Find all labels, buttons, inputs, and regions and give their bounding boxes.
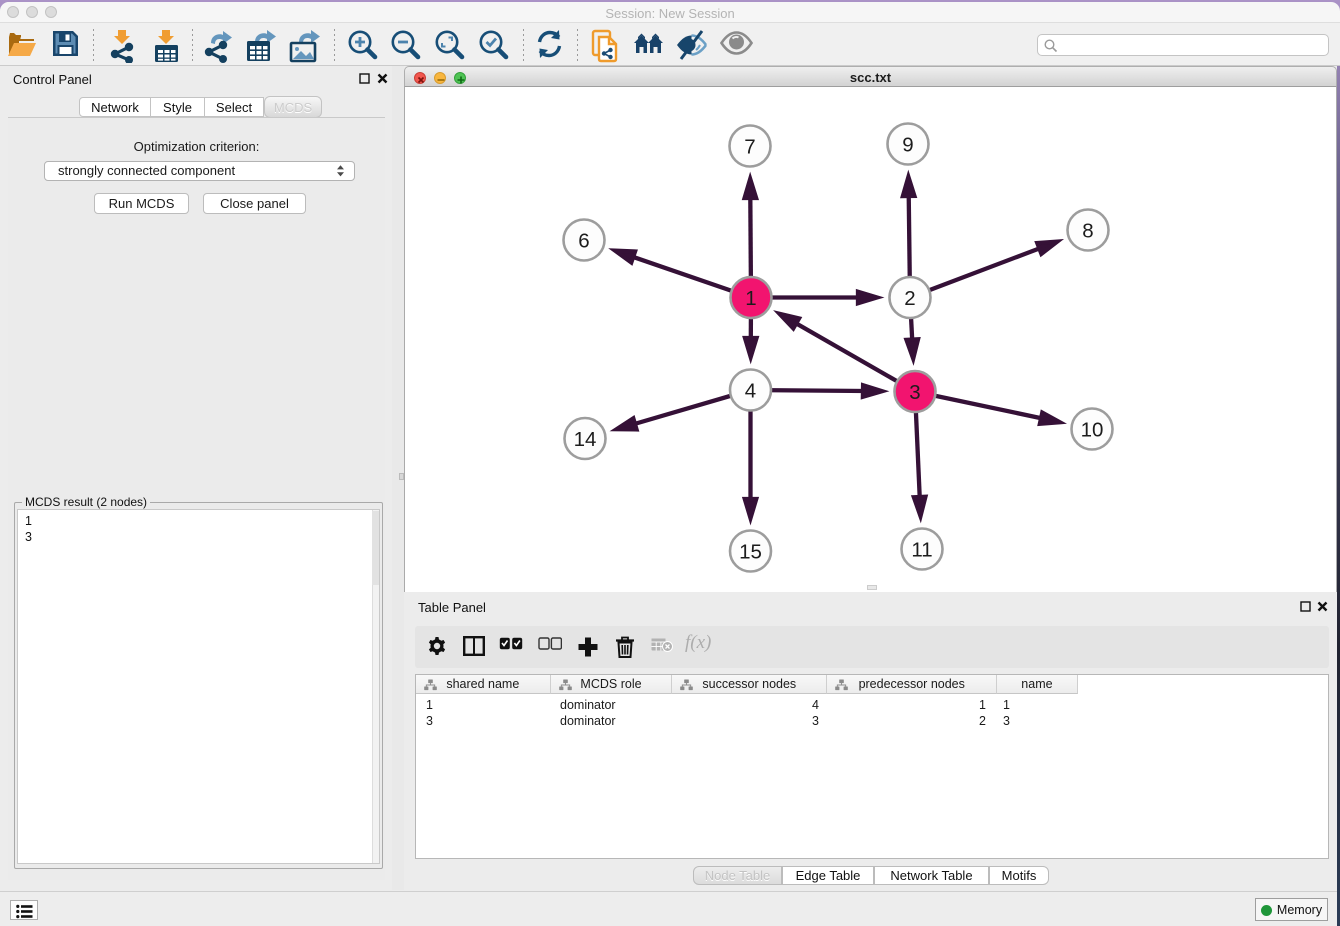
svg-text:9: 9: [902, 133, 913, 156]
svg-text:1: 1: [745, 287, 756, 310]
svg-text:6: 6: [578, 229, 589, 252]
svg-text:7: 7: [744, 135, 755, 158]
svg-text:2: 2: [904, 287, 915, 310]
svg-text:11: 11: [911, 538, 932, 561]
svg-text:15: 15: [739, 540, 762, 563]
svg-text:8: 8: [1082, 219, 1093, 242]
svg-text:10: 10: [1081, 418, 1104, 441]
svg-text:14: 14: [574, 428, 597, 451]
svg-text:3: 3: [909, 381, 920, 404]
svg-text:4: 4: [745, 379, 756, 402]
